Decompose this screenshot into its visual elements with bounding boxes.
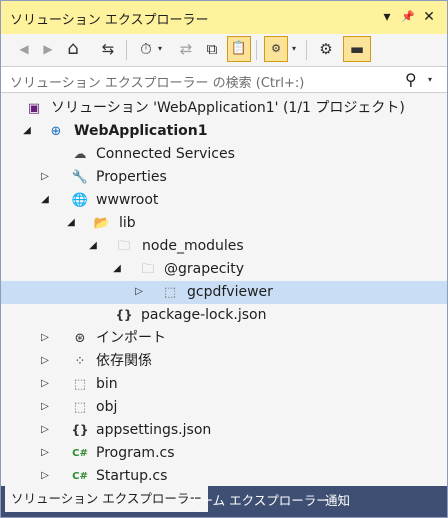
title-bar: ソリューション エクスプローラー ▾ 📌 ✕ — [1, 1, 447, 34]
back-icon[interactable]: ◀ — [13, 37, 35, 61]
tree-item-label: Program.cs — [96, 445, 175, 461]
package-lock-icon: {} — [115, 308, 133, 322]
tree-row-package-lock-node[interactable]: {} package-lock.json — [1, 304, 447, 327]
chevron-down-icon[interactable]: ▾ — [158, 44, 162, 53]
tree-item-label: lib — [119, 215, 136, 231]
tab-team-explorer[interactable]: チーム エクスプローラー — [182, 490, 335, 512]
show-all-files-icon[interactable]: 📋 — [227, 36, 251, 62]
tree-item-label: インポート — [96, 330, 166, 346]
expand-arrow-icon[interactable]: ◢ — [87, 240, 99, 252]
toolbar-separator — [126, 40, 127, 60]
collapse-arrow-icon[interactable]: ▷ — [39, 401, 51, 413]
expand-arrow-icon[interactable]: ◢ — [65, 217, 77, 229]
home-icon[interactable]: ⌂ — [62, 37, 84, 61]
switch-views-icon[interactable]: ⇆ — [97, 37, 119, 61]
wwwroot-icon: 🌐 — [71, 193, 89, 208]
pending-changes-filter-icon[interactable]: ⏱ — [135, 37, 157, 61]
tree-item-label: package-lock.json — [141, 307, 267, 323]
obj-icon: ⬚ — [73, 400, 87, 415]
tree-row-startup-cs-node[interactable]: ▷ C# Startup.cs — [1, 465, 447, 488]
properties-icon[interactable]: ⚙ — [264, 36, 288, 62]
tab-notifications[interactable]: 通知 — [319, 490, 356, 512]
connected-services-icon: ☁ — [73, 147, 87, 162]
tree-row-lib-folder-node[interactable]: ◢ 📂 lib — [1, 212, 447, 235]
collapse-arrow-icon[interactable]: ▷ — [39, 332, 51, 344]
tree-row-program-cs-node[interactable]: ▷ C# Program.cs — [1, 442, 447, 465]
expand-arrow-icon[interactable]: ◢ — [21, 125, 33, 137]
chevron-down-icon[interactable]: ▾ — [292, 44, 296, 53]
tree-row-solution-node[interactable]: ▣ ソリューション 'WebApplication1' (1/1 プロジェクト) — [1, 97, 447, 120]
search-icon[interactable]: ⚲ — [405, 70, 417, 89]
properties-icon: 🔧 — [71, 170, 89, 185]
tree-item-label: node_modules — [142, 238, 244, 254]
toolbar-separator — [306, 40, 307, 60]
collapse-arrow-icon[interactable]: ▷ — [39, 447, 51, 459]
tree-item-label: ソリューション 'WebApplication1' (1/1 プロジェクト) — [51, 100, 405, 116]
tree-item-label: gcpdfviewer — [187, 284, 273, 300]
solution-explorer-window: ソリューション エクスプローラー ▾ 📌 ✕ ◀ ▶ ⌂ ⇆ ⏱ ▾ ⇄ ⧉ 📋… — [0, 0, 448, 518]
collapse-arrow-icon[interactable]: ▷ — [39, 355, 51, 367]
tree-item-label: Properties — [96, 169, 167, 185]
bin-icon: ⬚ — [73, 377, 87, 392]
collapse-arrow-icon[interactable]: ▷ — [39, 470, 51, 482]
tree-item-label: wwwroot — [96, 192, 159, 208]
search-input[interactable]: ソリューション エクスプローラー の検索 (Ctrl+:) — [10, 72, 304, 91]
program-cs-icon: C# — [72, 448, 88, 459]
tree-row-project-node[interactable]: ◢ ⊕ WebApplication1 — [1, 120, 447, 143]
tree-item-label: obj — [96, 399, 118, 415]
solution-icon: ▣ — [27, 101, 41, 116]
wrench-icon[interactable]: ⚙ — [315, 37, 337, 61]
tree-row-gcpdfviewer-node[interactable]: ▷ ⬚ gcpdfviewer — [1, 281, 447, 304]
tab-solution-explorer[interactable]: ソリューション エクスプローラー — [5, 486, 208, 512]
collapse-arrow-icon[interactable]: ▷ — [39, 424, 51, 436]
collapse-all-icon[interactable]: ⧉ — [201, 37, 223, 61]
tree-item-label: 依存関係 — [96, 353, 152, 369]
search-box[interactable]: ソリューション エクスプローラー の検索 (Ctrl+:) ⚲ ▾ — [1, 66, 447, 93]
lib-folder-icon: 📂 — [93, 216, 111, 231]
tree-row-dependencies-node[interactable]: ▷ ⁘ 依存関係 — [1, 350, 447, 373]
tree-item-label: appsettings.json — [96, 422, 212, 438]
tree-item-label: Connected Services — [96, 146, 235, 162]
tree-row-connected-services-node[interactable]: ☁ Connected Services — [1, 143, 447, 166]
tree-row-bin-node[interactable]: ▷ ⬚ bin — [1, 373, 447, 396]
collapse-arrow-icon[interactable]: ▷ — [39, 171, 51, 183]
window-menu-dropdown-icon[interactable]: ▾ — [379, 8, 395, 26]
startup-cs-icon: C# — [72, 471, 88, 482]
solution-tree: ▣ ソリューション 'WebApplication1' (1/1 プロジェクト) ◢… — [1, 93, 447, 486]
imports-icon: ⊛ — [74, 331, 86, 346]
toolbar: ◀ ▶ ⌂ ⇆ ⏱ ▾ ⇄ ⧉ 📋 ⚙ ▾ ⚙ ▬ — [1, 34, 447, 66]
tree-item-label: @grapecity — [164, 261, 245, 277]
tab-strip: ソリューション エクスプローラー チーム エクスプローラー 通知 — [1, 486, 447, 517]
sync-with-document-icon[interactable]: ⇄ — [175, 37, 197, 61]
expand-arrow-icon[interactable]: ◢ — [39, 194, 51, 206]
tree-row-node-modules-node[interactable]: ◢ 🗀 node_modules — [1, 235, 447, 258]
tree-item-label: WebApplication1 — [74, 123, 208, 139]
tree-row-wwwroot-node[interactable]: ◢ 🌐 wwwroot — [1, 189, 447, 212]
tree-row-appsettings-node[interactable]: ▷ {} appsettings.json — [1, 419, 447, 442]
toolbar-separator — [256, 40, 257, 60]
tree-row-grapecity-node[interactable]: ◢ 🗀 @grapecity — [1, 258, 447, 281]
grapecity-icon: 🗀 — [141, 262, 155, 277]
window-title: ソリューション エクスプローラー — [10, 13, 209, 28]
preview-selected-items-icon[interactable]: ▬ — [343, 36, 371, 62]
tree-row-obj-node[interactable]: ▷ ⬚ obj — [1, 396, 447, 419]
dependencies-icon: ⁘ — [74, 354, 86, 369]
collapse-arrow-icon[interactable]: ▷ — [133, 286, 145, 298]
search-options-dropdown-icon[interactable]: ▾ — [428, 75, 432, 84]
appsettings-icon: {} — [71, 423, 89, 437]
pin-icon[interactable]: 📌 — [400, 8, 416, 26]
node-modules-icon: 🗀 — [117, 239, 131, 254]
project-icon: ⊕ — [50, 124, 62, 139]
tree-row-properties-node[interactable]: ▷ 🔧 Properties — [1, 166, 447, 189]
tree-row-imports-node[interactable]: ▷ ⊛ インポート — [1, 327, 447, 350]
close-icon[interactable]: ✕ — [421, 8, 437, 26]
tree-item-label: Startup.cs — [96, 468, 168, 484]
forward-icon[interactable]: ▶ — [37, 37, 59, 61]
gcpdfviewer-icon: ⬚ — [163, 285, 177, 300]
expand-arrow-icon[interactable]: ◢ — [111, 263, 123, 275]
collapse-arrow-icon[interactable]: ▷ — [39, 378, 51, 390]
tree-item-label: bin — [96, 376, 118, 392]
